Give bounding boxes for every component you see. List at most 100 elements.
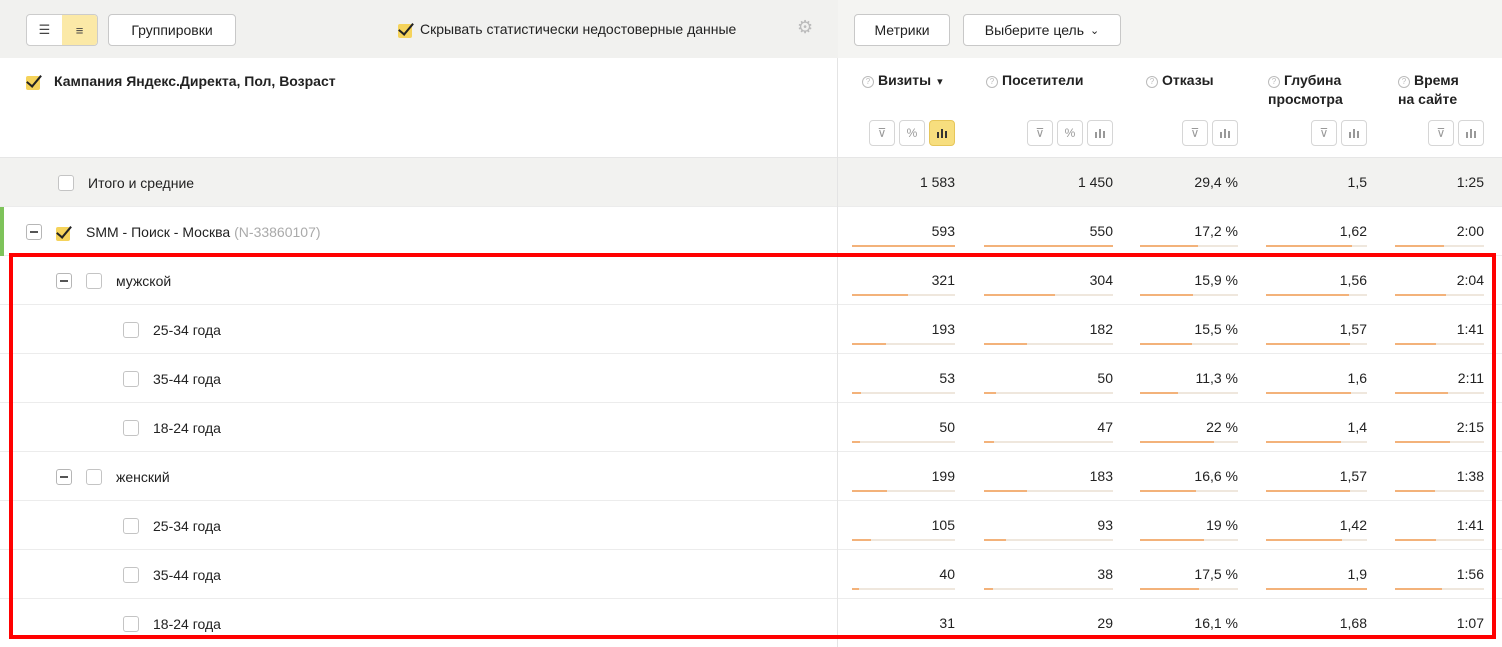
metric-bar [984, 392, 996, 394]
filter-icon[interactable]: ⊽ [869, 120, 895, 146]
metric-bar [852, 441, 860, 443]
metric-bar [1395, 392, 1448, 394]
metric-header-3[interactable]: ? Глубина просмотра [1268, 71, 1343, 109]
table-row[interactable]: 18-24 года 50 47 22 % 1,4 2:15 [0, 403, 1502, 452]
row-checkbox[interactable] [86, 468, 102, 485]
row-checkbox[interactable] [123, 419, 139, 436]
percent-icon[interactable]: % [1057, 120, 1083, 146]
metric-cell: 15,5 % [1194, 321, 1238, 337]
row-label: 25-34 года [123, 305, 221, 354]
sort-arrow-icon[interactable]: ▾ [937, 76, 943, 88]
chart-icon[interactable] [1458, 120, 1484, 146]
filter-icon[interactable]: ⊽ [1428, 120, 1454, 146]
collapse-icon[interactable] [56, 468, 72, 485]
metric-cell: 1:25 [1456, 174, 1484, 190]
metric-bar [852, 539, 871, 541]
metric-bar-track [1140, 441, 1238, 443]
metric-bar-track [1266, 490, 1367, 492]
filter-icon[interactable]: ⊽ [1027, 120, 1053, 146]
groupings-label: Группировки [131, 22, 213, 38]
row-checkbox[interactable] [123, 615, 139, 632]
table-row[interactable]: 25-34 года 193 182 15,5 % 1,57 1:41 [0, 305, 1502, 354]
metric-cell: 2:11 [1457, 370, 1484, 386]
help-icon[interactable]: ? [1146, 76, 1158, 88]
metric-cell: 19 % [1206, 517, 1238, 533]
filter-icon[interactable]: ⊽ [1311, 120, 1337, 146]
groupings-button[interactable]: Группировки [108, 14, 236, 46]
gear-icon[interactable]: ⚙ [797, 18, 815, 36]
metric-bar-track [1140, 539, 1238, 541]
collapse-icon[interactable] [26, 223, 42, 240]
metric-cell: 1:07 [1456, 615, 1484, 631]
metric-cell: 321 [931, 272, 955, 288]
metric-cell: 50 [1097, 370, 1113, 386]
metric-tools: ⊽ [1311, 120, 1367, 146]
collapse-icon[interactable] [56, 272, 72, 289]
metric-header-1[interactable]: ? Посетители [986, 71, 1083, 90]
filter-icon[interactable]: ⊽ [1182, 120, 1208, 146]
metric-header-4[interactable]: ? Время на сайте [1398, 71, 1459, 109]
help-icon[interactable]: ? [1398, 76, 1410, 88]
metric-cell: 182 [1089, 321, 1113, 337]
metric-cell: 2:00 [1456, 223, 1484, 239]
metric-bar-track [984, 588, 1113, 590]
row-checkbox[interactable] [86, 272, 102, 289]
row-checkbox[interactable] [56, 223, 74, 241]
table-row[interactable]: женский 199 183 16,6 % 1,57 1:38 [0, 452, 1502, 501]
table-row[interactable]: 35-44 года 40 38 17,5 % 1,9 1:56 [0, 550, 1502, 599]
metric-header-label-line2: на сайте [1398, 91, 1458, 107]
tree-view-icon[interactable]: ≡ [62, 15, 97, 45]
metric-bar [1395, 490, 1435, 492]
metric-bar-track [1266, 245, 1367, 247]
row-checkbox[interactable] [58, 174, 74, 191]
metric-bar [1395, 441, 1450, 443]
chart-icon[interactable] [1087, 120, 1113, 146]
metric-bar [984, 539, 1006, 541]
metric-bar-track [1395, 588, 1484, 590]
chart-icon[interactable] [1212, 120, 1238, 146]
metric-bar-track [852, 588, 955, 590]
metric-cell: 199 [931, 468, 955, 484]
metric-bar-track [1140, 490, 1238, 492]
metric-bar [852, 588, 859, 590]
hide-unreliable-toggle[interactable]: Скрывать статистически недостоверные дан… [398, 20, 736, 38]
metric-bar-track [1395, 294, 1484, 296]
help-icon[interactable]: ? [862, 76, 874, 88]
metric-bar-track [984, 392, 1113, 394]
metric-header-0[interactable]: ? Визиты ▾ [862, 71, 943, 92]
percent-icon[interactable]: % [899, 120, 925, 146]
table-row[interactable]: 35-44 года 53 50 11,3 % 1,6 2:11 [0, 354, 1502, 403]
list-view-icon[interactable]: ☰ [27, 15, 62, 45]
metric-bar [1140, 490, 1196, 492]
row-checkbox[interactable] [123, 517, 139, 534]
chart-icon[interactable] [929, 120, 955, 146]
row-checkbox[interactable] [123, 370, 139, 387]
hide-unreliable-checkbox[interactable] [398, 20, 416, 38]
metric-cell: 53 [939, 370, 955, 386]
metric-bar [984, 294, 1055, 296]
dimensions-title[interactable]: Кампания Яндекс.Директа, Пол, Возраст [26, 72, 336, 90]
row-label: SMM - Поиск - Москва (N-33860107) [26, 207, 321, 256]
table-row[interactable]: 18-24 года 31 29 16,1 % 1,68 1:07 [0, 599, 1502, 647]
table-row[interactable]: 25-34 года 105 93 19 % 1,42 1:41 [0, 501, 1502, 550]
help-icon[interactable]: ? [986, 76, 998, 88]
metrics-button[interactable]: Метрики [854, 14, 950, 46]
metric-bar-track [1266, 539, 1367, 541]
table-row[interactable]: мужской 321 304 15,9 % 1,56 2:04 [0, 256, 1502, 305]
chart-icon[interactable] [1341, 120, 1367, 146]
goal-select[interactable]: Выберите цель ⌄ [963, 14, 1121, 46]
metric-bar-track [984, 245, 1113, 247]
metric-cell: 2:15 [1456, 419, 1484, 435]
dimensions-checkbox[interactable] [26, 72, 44, 90]
row-checkbox[interactable] [123, 321, 139, 338]
table-row[interactable]: Итого и средние 1 583 1 450 29,4 % 1,5 1:25 [0, 158, 1502, 207]
metric-header-label: Визиты [878, 72, 932, 88]
hide-unreliable-label: Скрывать статистически недостоверные дан… [420, 21, 737, 37]
metric-bar-track [852, 294, 955, 296]
row-checkbox[interactable] [123, 566, 139, 583]
row-label-text: мужской [116, 272, 172, 289]
metric-header-2[interactable]: ? Отказы [1146, 71, 1214, 90]
metric-header-label: Отказы [1162, 72, 1214, 88]
help-icon[interactable]: ? [1268, 76, 1280, 88]
table-row[interactable]: SMM - Поиск - Москва (N-33860107) 593 550 17… [0, 207, 1502, 256]
